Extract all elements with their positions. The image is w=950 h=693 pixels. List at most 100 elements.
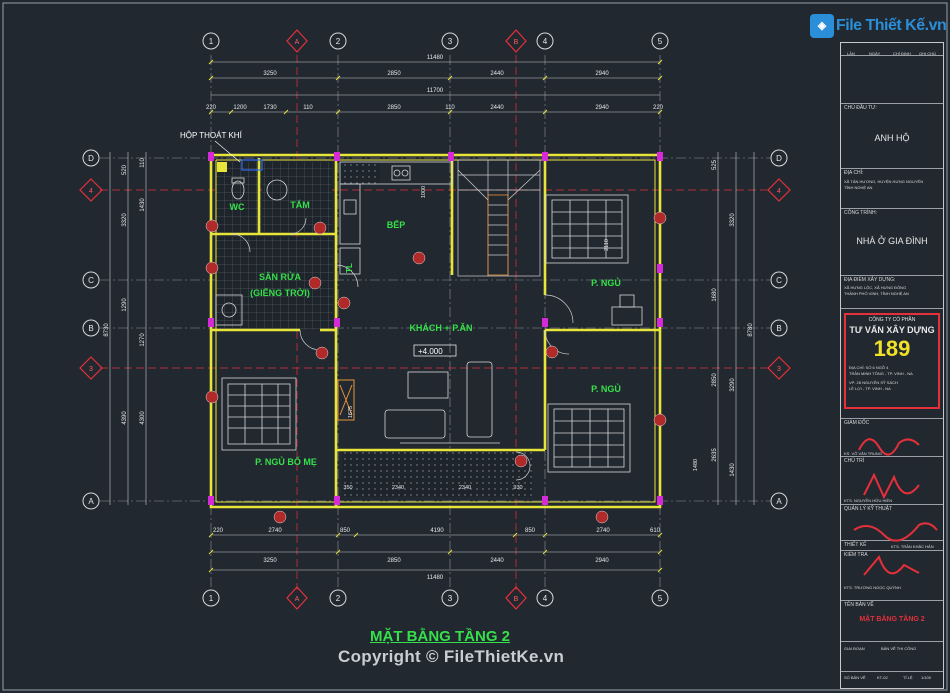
desk-chair (619, 294, 635, 308)
axis-left-d: D (88, 154, 94, 163)
dim-right-8: 1430 (730, 463, 736, 477)
site-logo[interactable]: ◈ File Thiết Kế.vn (810, 10, 950, 42)
axis-right-d: D (776, 154, 782, 163)
axis-top-5: 5 (658, 37, 663, 46)
phase-value: BẢN VẼ THI CÔNG (881, 646, 917, 651)
site-line-2: THÀNH PHỐ VINH, TỈNH NGHỆ AN (844, 291, 909, 296)
company-addr-3: VP: 28 NGUYỄN SỸ SÁCH (849, 380, 898, 385)
label-bedroom-1: P. NGỦ (591, 277, 621, 288)
axis-left-a: A (88, 497, 94, 506)
section-top-a: A (295, 39, 300, 46)
dim-top2-9: 220 (653, 105, 664, 111)
floor-plan-drawing: 11480 3250 2850 2440 2940 11700 220 1200… (2, 2, 948, 691)
sheet-label: TÊN BẢN VẼ (844, 602, 874, 608)
axis-bot-4: 4 (543, 594, 548, 603)
site-line-1: XÃ HƯNG LỘC, XÃ HƯNG ĐÔNG (844, 285, 907, 290)
axis-bot-1: 1 (209, 594, 214, 603)
dim-top2-8: 2940 (595, 105, 609, 111)
company-addr-2: TRẦN MINH TÔNG - TP. VINH - NA (849, 371, 913, 376)
inner-dim-2: 2340 (392, 485, 404, 491)
dim-bot2-3: 2440 (490, 558, 504, 564)
owner-label: CHỦ ĐẦU TƯ: (844, 105, 877, 111)
scale-value: 1/100 (921, 675, 932, 680)
vent-marker (217, 162, 227, 172)
section-left-4: 4 (89, 188, 93, 195)
label-yard-sub: (GIẾNG TRỜI) (250, 287, 310, 298)
dim-top-3: 2440 (490, 71, 504, 77)
project-name: NHÀ Ở GIA ĐÌNH (856, 236, 928, 246)
name-check: KTS. TRƯƠNG NGỌC QUỲNH (844, 585, 901, 590)
dim-left-5: 1290 (122, 298, 128, 312)
dim-right-1: 525 (712, 159, 718, 170)
bottom-dimensions: 220 2740 850 4190 850 2740 610 3250 2850… (213, 528, 661, 581)
master-bed (221, 377, 297, 451)
dim-top-1: 3250 (263, 71, 277, 77)
dim-left-7: 8730 (104, 323, 110, 337)
inner-dim-1: 350 (343, 485, 352, 491)
axis-bot-5: 5 (658, 594, 663, 603)
phase-label: GIAI ĐOẠN (844, 646, 865, 651)
sheet-name: MẶT BẰNG TẦNG 2 (859, 616, 925, 623)
logo-text: File Thiết Kế.vn (836, 17, 947, 34)
kitchen-sink (343, 199, 357, 215)
label-bedroom-2: P. NGỦ (591, 383, 621, 394)
axis-top-3: 3 (448, 37, 453, 46)
label-living: KHÁCH + P.ĂN (409, 323, 472, 333)
dim-top-total: 11480 (427, 55, 444, 61)
level-marker: +4.000 (418, 347, 443, 356)
dim-top2-4: 110 (303, 105, 313, 111)
dim-bot-4: 4190 (430, 528, 444, 534)
hdr-chidinh: CHỈ ĐỊNH (893, 51, 911, 56)
balcony-floor (342, 452, 532, 497)
axis-left-c: C (88, 276, 94, 285)
inner-dim-4: 930 (513, 485, 522, 491)
dim-bot-1: 220 (213, 528, 224, 534)
company-number: 189 (873, 336, 911, 361)
dim-bot-total: 11480 (427, 575, 444, 581)
project-label: CÔNG TRÌNH: (844, 210, 877, 216)
dim-right-5: 8780 (748, 323, 754, 337)
dim-top-2: 2850 (387, 71, 401, 77)
address-line-1: XÃ TÂN HƯƠNG, HUYỆN HƯNG NGUYÊN (844, 179, 924, 184)
label-master-bedroom: P. NGỦ BỐ MẸ (255, 456, 317, 467)
copyright-watermark: Copyright © FileThietKe.vn (338, 647, 565, 666)
sheet-no: KT-02 (877, 675, 888, 680)
axis-bot-2: 2 (336, 594, 341, 603)
company-addr-4: LÊ LỢI - TP. VINH - NA (849, 386, 891, 391)
dim-left-2: 520 (122, 164, 128, 175)
axis-top-2: 2 (336, 37, 341, 46)
dim-top2-2: 1200 (233, 105, 247, 111)
dim-right-3: 1680 (712, 288, 718, 302)
top-dimensions: 11480 3250 2850 2440 2940 11700 220 1200… (206, 55, 664, 111)
dim-bot-3: 850 (340, 528, 351, 534)
dim-top-4: 2940 (595, 71, 609, 77)
dim-bot-5: 850 (525, 528, 536, 534)
logo-icon: ◈ (810, 14, 834, 38)
address-line-2: TỈNH NGHỆ AN (844, 185, 873, 190)
title-block: LẦN NGÀY CHỈ ĐỊNH GHI CHÚ CHỦ ĐẦU TƯ: AN… (840, 42, 944, 689)
dim-left-9: 4390 (122, 411, 128, 425)
inner-dim-7: 1480 (693, 459, 699, 471)
plan-title: MẶT BẰNG TẦNG 2 (370, 628, 510, 645)
dim-bot-7: 610 (650, 528, 661, 534)
label-bath: TẮM (290, 200, 310, 210)
dim-bot-6: 2740 (596, 528, 610, 534)
axis-right-b: B (776, 324, 781, 333)
section-top-b: B (514, 39, 519, 46)
section-left-3: 3 (89, 366, 93, 373)
label-yard: SÂN RỬA (259, 271, 301, 282)
company-name: TƯ VẤN XÂY DỰNG (849, 325, 935, 335)
dim-top2-1: 220 (206, 105, 217, 111)
axis-right-c: C (776, 276, 782, 285)
sheet-no-label: SỐ BẢN VẼ (844, 675, 866, 680)
inner-dimensions: 350 2340 2340 930 2110 1675 1480 1000 (343, 186, 699, 491)
axis-right-a: A (776, 497, 782, 506)
inner-dim-5: 2110 (604, 239, 610, 251)
axis-left-b: B (88, 324, 93, 333)
label-kitchen: BẾP (387, 220, 406, 230)
section-labels: A B A B 4 3 4 3 (89, 39, 781, 603)
wc-floor (215, 162, 259, 232)
axis-top-1: 1 (209, 37, 214, 46)
inner-dim-6: 1675 (348, 406, 354, 418)
inner-dim-8: 1000 (421, 186, 427, 198)
